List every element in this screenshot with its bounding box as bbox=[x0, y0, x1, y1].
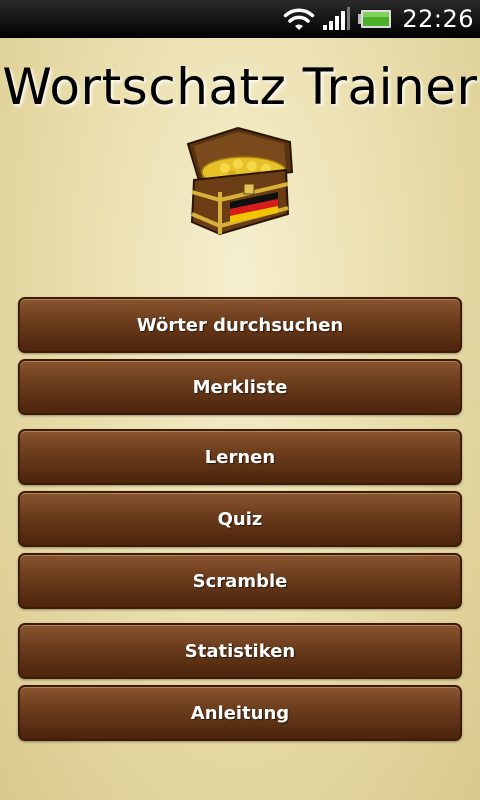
app-title: Wortschatz Trainer bbox=[2, 58, 478, 116]
wifi-icon bbox=[284, 8, 315, 30]
scramble-button[interactable]: Scramble bbox=[18, 553, 462, 609]
statistics-button[interactable]: Statistiken bbox=[18, 623, 462, 679]
signal-icon bbox=[323, 7, 351, 30]
status-bar: 22:26 bbox=[0, 0, 480, 38]
learn-button[interactable]: Lernen bbox=[18, 429, 462, 485]
status-icons: 22:26 bbox=[282, 0, 474, 38]
search-words-button[interactable]: Wörter durchsuchen bbox=[18, 297, 462, 353]
treasure-chest-icon bbox=[186, 126, 294, 236]
status-clock: 22:26 bbox=[402, 5, 474, 33]
quiz-button[interactable]: Quiz bbox=[18, 491, 462, 547]
instructions-button[interactable]: Anleitung bbox=[18, 685, 462, 741]
bookmarks-button[interactable]: Merkliste bbox=[18, 359, 462, 415]
battery-icon bbox=[358, 10, 392, 28]
